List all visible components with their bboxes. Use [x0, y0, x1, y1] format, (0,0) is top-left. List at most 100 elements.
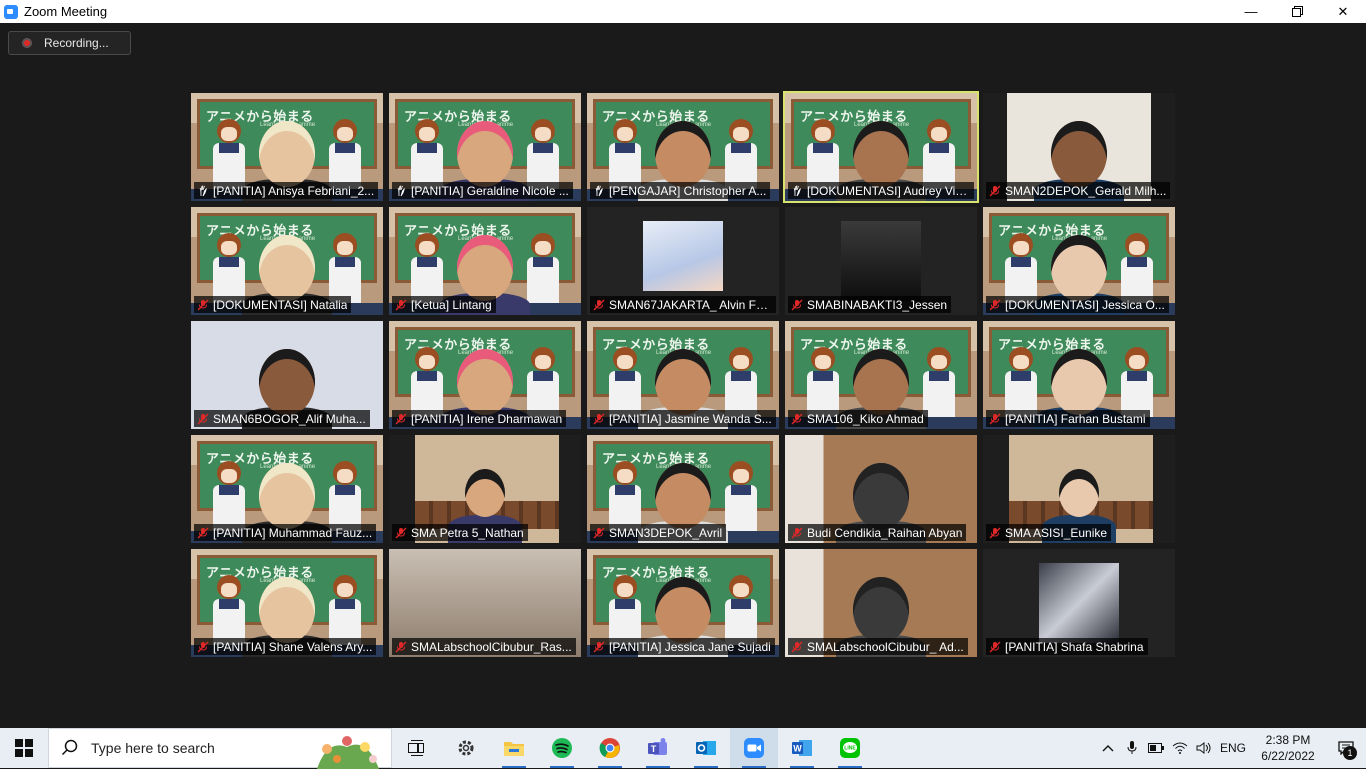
- participant-tile[interactable]: アニメから始まるLearning from anime[Ketua] Linta…: [389, 207, 581, 315]
- participant-tile[interactable]: アニメから始まるLearning from anime[PANITIA] Jes…: [587, 549, 779, 657]
- participant-name-label: [DOKUMENTASI] Natalia: [194, 296, 352, 313]
- search-input[interactable]: [89, 739, 293, 757]
- participant-tile[interactable]: アニメから始まるLearning from anime[PANITIA] Muh…: [191, 435, 383, 543]
- muted-mic-icon: [989, 413, 1001, 425]
- participant-tile[interactable]: SMABINABAKTI3_Jessen: [785, 207, 977, 315]
- participant-tile[interactable]: アニメから始まるLearning from anime[PENGAJAR] Ch…: [587, 93, 779, 201]
- recording-label: Recording...: [44, 36, 109, 50]
- participant-face: [655, 463, 711, 529]
- action-center-button[interactable]: 1: [1326, 728, 1366, 768]
- participant-face: [1059, 469, 1099, 517]
- raise-hand-icon: [199, 184, 207, 196]
- participant-face: [259, 349, 315, 415]
- participant-tile[interactable]: SMAN6BOGOR_Alif Muha...: [191, 321, 383, 429]
- participant-tile[interactable]: アニメから始まるLearning from anime[DOKUMENTASI]…: [983, 207, 1175, 315]
- recording-indicator[interactable]: Recording...: [8, 31, 131, 55]
- settings-icon: [458, 740, 474, 756]
- participant-tile[interactable]: [PANITIA] Shafa Shabrina: [983, 549, 1175, 657]
- muted-mic-icon: [593, 641, 605, 652]
- participant-tile[interactable]: アニメから始まるLearning from anime[PANITIA] Far…: [983, 321, 1175, 429]
- participant-tile[interactable]: SMALabschoolCibubur_ Ad...: [785, 549, 977, 657]
- battery-tray-icon[interactable]: [1144, 728, 1168, 768]
- taskbar-spotify-button[interactable]: [538, 728, 586, 768]
- participant-name-label: SMA ASISI_Eunike: [986, 524, 1112, 541]
- muted-mic-icon: [395, 527, 407, 539]
- participant-tile[interactable]: アニメから始まるLearning from anime[DOKUMENTASI]…: [191, 207, 383, 315]
- taskbar-teams-button[interactable]: T: [634, 728, 682, 768]
- participant-name-label: [PANITIA] Shafa Shabrina: [986, 638, 1148, 655]
- participant-name-label: [PANITIA] Muhammad Fauz...: [194, 524, 377, 541]
- participant-name-label: [PENGAJAR] Christopher A...: [590, 182, 771, 199]
- clock-date: 6/22/2022: [1261, 749, 1315, 763]
- participant-name-label: SMALabschoolCibubur_ Ad...: [788, 638, 968, 655]
- participant-name-label: SMAN6BOGOR_Alif Muha...: [194, 410, 370, 427]
- word-icon: W: [792, 740, 812, 756]
- character-face: [617, 469, 633, 483]
- character-collar: [615, 371, 635, 381]
- participant-name: SMALabschoolCibubur_ Ad...: [807, 639, 964, 654]
- muted-mic-icon: [791, 413, 803, 424]
- taskbar-line-button[interactable]: LINE: [826, 728, 874, 768]
- wifi-tray-icon[interactable]: [1168, 728, 1192, 768]
- raise-hand-icon: [791, 184, 803, 197]
- taskbar-file-explorer-button[interactable]: [490, 728, 538, 768]
- character-face: [535, 355, 551, 369]
- show-hidden-icons-button[interactable]: [1096, 728, 1120, 768]
- notification-count-badge: 1: [1343, 746, 1357, 760]
- character-face: [617, 355, 633, 369]
- participant-face: [655, 349, 711, 415]
- chrome-icon: [599, 738, 620, 759]
- muted-mic-icon: [593, 527, 605, 539]
- participant-face: [457, 349, 513, 415]
- maximize-button[interactable]: [1274, 0, 1320, 23]
- participant-tile[interactable]: SMAN2DEPOK_Gerald Milh...: [983, 93, 1175, 201]
- participant-tile[interactable]: SMALabschoolCibubur_Ras...: [389, 549, 581, 657]
- character-face: [419, 241, 435, 255]
- participant-tile[interactable]: アニメから始まるLearning from anime[DOKUMENTASI]…: [783, 91, 979, 203]
- taskbar-search[interactable]: [48, 728, 392, 769]
- participant-name-label: [PANITIA] Farhan Bustami: [986, 410, 1150, 427]
- taskbar-chrome-button[interactable]: [586, 728, 634, 768]
- participant-face: [853, 121, 909, 187]
- participant-tile[interactable]: SMA Petra 5_Nathan: [389, 435, 581, 543]
- character-face: [337, 127, 353, 141]
- participant-tile[interactable]: アニメから始まるLearning from anime[PANITIA] Sha…: [191, 549, 383, 657]
- participant-name: SMAN67JAKARTA_ Alvin Fe...: [609, 297, 772, 312]
- input-language-button[interactable]: ENG: [1216, 728, 1250, 768]
- character-collar: [335, 257, 355, 267]
- participant-tile[interactable]: アニメから始まるLearning from anime[PANITIA] Ger…: [389, 93, 581, 201]
- participant-face: [259, 463, 315, 529]
- taskbar-clock[interactable]: 2:38 PM 6/22/2022: [1250, 732, 1326, 764]
- character-face: [617, 127, 633, 141]
- participant-tile[interactable]: アニメから始まるLearning from anime[PANITIA] Jas…: [587, 321, 779, 429]
- raise-hand-icon: [595, 184, 603, 196]
- minimize-button[interactable]: —: [1228, 0, 1274, 23]
- participant-tile[interactable]: SMA ASISI_Eunike: [983, 435, 1175, 543]
- participant-name-label: SMAN67JAKARTA_ Alvin Fe...: [590, 296, 776, 313]
- participant-tile[interactable]: SMAN67JAKARTA_ Alvin Fe...: [587, 207, 779, 315]
- start-button[interactable]: [0, 728, 48, 768]
- participant-face: [259, 235, 315, 301]
- participant-tile[interactable]: アニメから始まるLearning from animeSMA106_Kiko A…: [785, 321, 977, 429]
- camera-feed: [841, 221, 921, 301]
- participant-tile[interactable]: アニメから始まるLearning from animeSMAN3DEPOK_Av…: [587, 435, 779, 543]
- task-view-icon: [408, 740, 424, 756]
- participant-tile[interactable]: アニメから始まるLearning from anime[PANITIA] Ani…: [191, 93, 383, 201]
- participant-name: [PANITIA] Shafa Shabrina: [1005, 639, 1144, 654]
- taskbar-word-button[interactable]: W: [778, 728, 826, 768]
- character-face: [1013, 241, 1029, 255]
- taskbar-outlook-button[interactable]: [682, 728, 730, 768]
- muted-mic-icon: [791, 641, 803, 653]
- taskbar-zoom-button[interactable]: [730, 728, 778, 768]
- system-tray: ENG 2:38 PM 6/22/2022 1: [1096, 728, 1366, 768]
- battery-icon: [1148, 743, 1164, 753]
- participant-tile[interactable]: Budi Cendikia_Raihan Abyan: [785, 435, 977, 543]
- taskbar-task-view-button[interactable]: [394, 728, 442, 768]
- participant-tile[interactable]: アニメから始まるLearning from anime[PANITIA] Ire…: [389, 321, 581, 429]
- microphone-tray-icon[interactable]: [1120, 728, 1144, 768]
- close-button[interactable]: ✕: [1320, 0, 1366, 23]
- volume-tray-icon[interactable]: [1192, 728, 1216, 768]
- taskbar-settings-button[interactable]: [442, 728, 490, 768]
- muted-mic-icon: [197, 413, 209, 424]
- participant-name-label: SMAN2DEPOK_Gerald Milh...: [986, 182, 1171, 199]
